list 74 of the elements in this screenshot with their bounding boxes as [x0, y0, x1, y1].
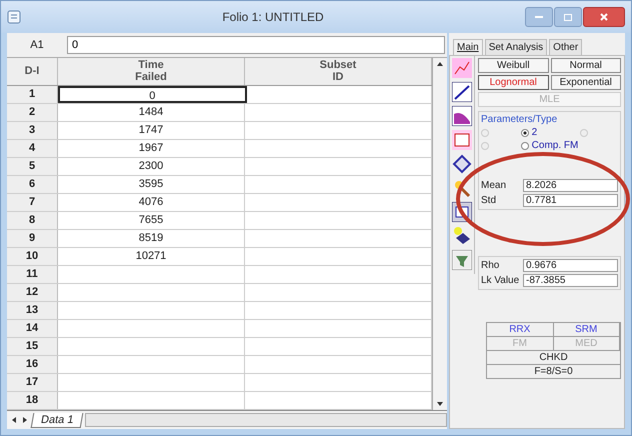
table-cell[interactable]: 8519 [58, 230, 245, 247]
fit-value: 0.9676 [523, 259, 618, 272]
row-header[interactable]: 15 [7, 338, 58, 355]
status-text: F=8/S=0 [487, 364, 620, 378]
row-header[interactable]: 14 [7, 320, 58, 337]
parameter-value: 8.2026 [523, 179, 618, 192]
distribution-button[interactable]: Weibull [478, 58, 548, 73]
next-sheet-icon[interactable] [21, 416, 29, 424]
row-header[interactable]: 12 [7, 284, 58, 301]
panel-tab[interactable]: Set Analysis [484, 39, 548, 55]
diamond-icon[interactable] [452, 154, 472, 174]
horizontal-scrollbar[interactable] [85, 413, 447, 427]
distribution-button[interactable]: Exponential [550, 75, 621, 90]
row-header[interactable]: 7 [7, 194, 58, 211]
row-header[interactable]: 18 [7, 392, 58, 409]
formula-field[interactable]: 0 [67, 36, 445, 54]
window-title: Folio 1: UNTITLED [221, 10, 325, 24]
sheet-tab[interactable]: Data 1 [30, 412, 84, 428]
panel-tab[interactable]: Other [549, 39, 582, 55]
table-cell[interactable]: 7655 [58, 212, 245, 229]
row-header[interactable]: 16 [7, 356, 58, 373]
close-button[interactable] [583, 7, 625, 27]
scroll-down-icon[interactable] [436, 401, 444, 407]
close-icon[interactable] [599, 12, 609, 22]
row-header[interactable]: 13 [7, 302, 58, 319]
fit-label: Rho [481, 260, 500, 271]
status-text: CHKD [487, 350, 620, 364]
column-header[interactable]: Time Failed [58, 58, 245, 85]
maximize-icon[interactable] [563, 12, 573, 22]
vertical-scrollbar[interactable] [432, 58, 447, 410]
table-cell[interactable]: 0 [58, 86, 246, 103]
radio-option[interactable]: Comp. FM [520, 140, 578, 151]
maximize-button[interactable] [554, 7, 582, 27]
panel-tab[interactable]: Main [453, 39, 483, 55]
table-cell[interactable]: 10271 [58, 248, 245, 265]
parameter-label: Mean [481, 180, 508, 191]
parameter-value: 0.7781 [523, 194, 618, 207]
distribution-button[interactable]: Normal [550, 58, 621, 73]
cell-reference: A1 [29, 39, 45, 51]
line-icon[interactable] [452, 82, 472, 102]
area-icon[interactable] [452, 106, 472, 126]
window-icon [7, 10, 21, 24]
minimize-icon[interactable] [534, 15, 544, 19]
table-cell[interactable]: 3595 [58, 176, 245, 193]
table-cell[interactable]: 1747 [58, 122, 245, 139]
funnel-icon[interactable] [452, 250, 472, 270]
previous-sheet-icon[interactable] [10, 416, 18, 424]
table-cell[interactable]: 4076 [58, 194, 245, 211]
row-header[interactable]: 6 [7, 176, 58, 193]
table-cell[interactable]: 1484 [58, 104, 245, 121]
row-header[interactable]: 9 [7, 230, 58, 247]
row-header[interactable]: 4 [7, 140, 58, 157]
row-header[interactable]: 1 [7, 86, 58, 103]
fit-value: -87.3855 [523, 274, 618, 287]
row-header[interactable]: 10 [7, 248, 58, 265]
method-option[interactable]: SRM [554, 322, 620, 336]
row-header[interactable]: 2 [7, 104, 58, 121]
row-header[interactable]: 5 [7, 158, 58, 175]
method-option[interactable]: RRX [487, 322, 554, 336]
minimize-button[interactable] [525, 7, 553, 27]
corner-header: D-I [7, 58, 58, 85]
row-header[interactable]: 8 [7, 212, 58, 229]
table-cell[interactable]: 2300 [58, 158, 245, 175]
row-header[interactable]: 11 [7, 266, 58, 283]
group-title: Parameters/Type [481, 114, 558, 125]
radio-option[interactable]: 2 [520, 127, 578, 138]
scroll-up-icon[interactable] [436, 61, 444, 67]
table-cell[interactable]: 1967 [58, 140, 245, 157]
row-header[interactable]: 17 [7, 374, 58, 391]
fit-label: Lk Value [481, 275, 520, 286]
column-header[interactable]: Subset ID [245, 58, 432, 85]
parameter-label: Std [481, 195, 498, 206]
row-header[interactable]: 3 [7, 122, 58, 139]
distribution-button[interactable]: Lognormal [478, 75, 548, 90]
